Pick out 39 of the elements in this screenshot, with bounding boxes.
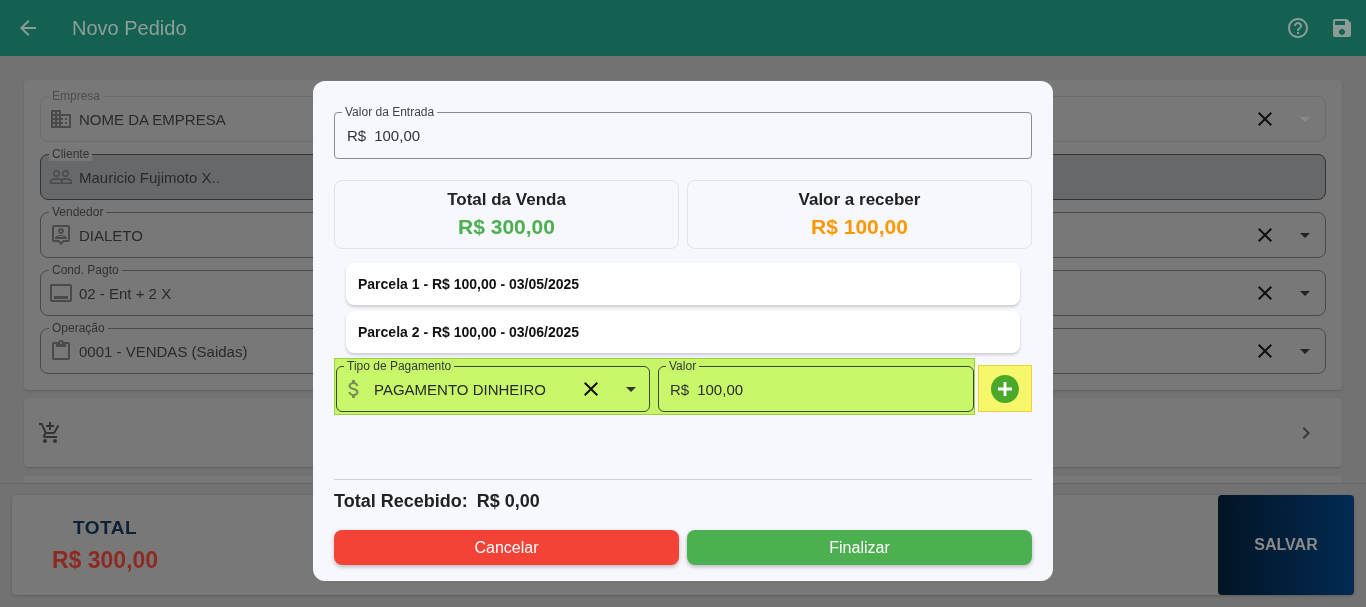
summary-value: R$ 300,00 [458,215,555,239]
field-value: 0001 - VENDAS (Saidas) [79,342,248,360]
help-icon[interactable] [1286,16,1310,40]
field-label: Vendedor [49,205,107,219]
save-icon[interactable] [1330,16,1354,40]
clipboard-icon [49,339,73,363]
field-value: Mauricio Fujimoto X.. [79,168,220,186]
field-value: PAGAMENTO DINHEIRO [374,380,546,398]
plus-circle-icon[interactable] [991,374,1019,403]
total-label: TOTAL [73,516,138,539]
panel-icon [49,281,73,305]
save-button[interactable]: SALVAR [1218,495,1354,595]
field-value: 100,00 [374,127,421,144]
summary-title: Valor a receber [798,190,921,210]
field-value: DIALETO [79,226,143,244]
currency-prefix: R$ [670,380,690,398]
field-value: 100,00 [697,380,744,398]
page-title: Novo Pedido [72,16,187,40]
field-value: 02 - Ent + 2 X [79,284,172,302]
add-button[interactable] [978,365,1032,412]
summary-value: R$ 100,00 [811,215,908,239]
field-label: Valor [666,359,700,373]
total-value: R$ 300,00 [52,546,159,574]
building-icon [49,107,73,131]
field-value: NOME DA EMPRESA [79,110,226,128]
installment-item: Parcela 2 - R$ 100,00 - 03/06/2025 [346,311,1020,353]
field-label: Tipo de Pagamento [344,359,455,373]
field-label: Cond. Pagto [49,263,122,277]
total-received-value: R$ 0,00 [476,490,540,512]
person-pin-icon [49,223,73,247]
field-label: Cliente [49,147,93,161]
field-label: Valor da Entrada [342,105,438,119]
currency-prefix: R$ [347,127,367,144]
add-to-cart-icon [38,420,62,445]
cancel-button[interactable]: Cancelar [334,530,679,565]
total-received-label: Total Recebido: [334,490,468,512]
field-label: Operação [49,321,108,335]
summary-title: Total da Venda [447,190,566,210]
installment-item: Parcela 1 - R$ 100,00 - 03/05/2025 [346,263,1020,305]
